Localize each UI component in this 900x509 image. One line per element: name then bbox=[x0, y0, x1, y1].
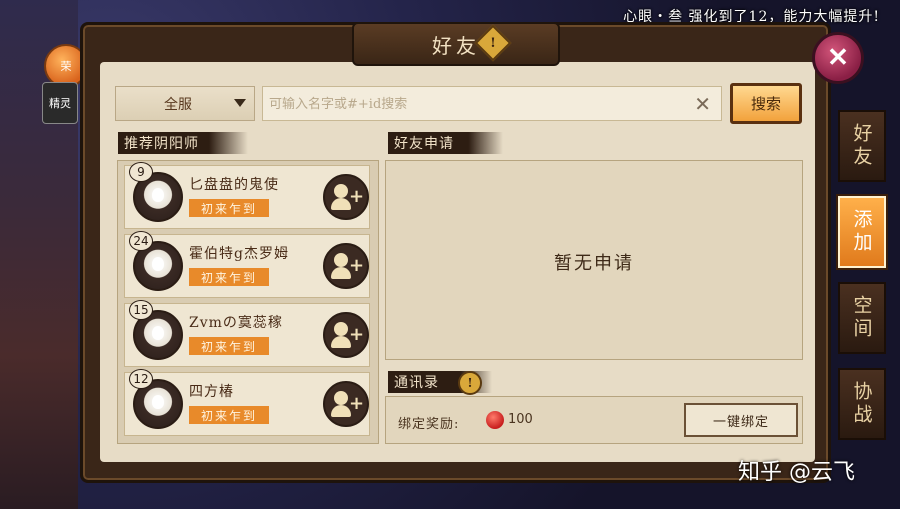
status-tag: 初来乍到 bbox=[189, 337, 269, 355]
level-badge: 24 bbox=[129, 231, 153, 251]
add-friend-button[interactable]: + bbox=[323, 243, 369, 289]
status-tag: 初来乍到 bbox=[189, 406, 269, 424]
addressbook-info-icon[interactable]: ! bbox=[458, 371, 482, 395]
recommend-section-title: 推荐阴阳师 bbox=[118, 132, 248, 154]
list-item: 12 四方椿 初来乍到 + bbox=[124, 369, 370, 436]
list-item: 15 Zvmの寞蕊稼 初来乍到 + bbox=[124, 300, 370, 367]
addressbook-panel: 绑定奖励: 100 一键绑定 bbox=[385, 396, 803, 444]
player-name: Zvmの寞蕊稼 bbox=[189, 315, 283, 331]
player-name: 霍伯特g杰罗姆 bbox=[189, 246, 289, 262]
list-item: 9 匕盘盘的鬼使 初来乍到 + bbox=[124, 162, 370, 229]
bind-reward-label: 绑定奖励: bbox=[398, 417, 460, 432]
clear-icon[interactable]: ✕ bbox=[694, 93, 711, 115]
player-name: 四方椿 bbox=[189, 384, 234, 400]
tab-friends[interactable]: 好友 bbox=[838, 110, 886, 182]
server-scope-select[interactable]: 全服 bbox=[115, 86, 255, 121]
magatama-icon bbox=[486, 411, 504, 429]
tab-cooperate[interactable]: 协战 bbox=[838, 368, 886, 440]
scope-value: 全服 bbox=[164, 96, 192, 113]
person-icon bbox=[334, 322, 348, 336]
status-tag: 初来乍到 bbox=[189, 199, 269, 217]
window-title-plate: 好友 bbox=[352, 22, 560, 66]
status-tag: 初来乍到 bbox=[189, 268, 269, 286]
plus-icon: + bbox=[349, 393, 365, 414]
bind-reward-value: 100 bbox=[508, 412, 533, 427]
add-friend-button[interactable]: + bbox=[323, 312, 369, 358]
plus-icon: + bbox=[349, 255, 365, 276]
window-title: 好友 bbox=[432, 33, 480, 58]
tab-space[interactable]: 空间 bbox=[838, 282, 886, 354]
close-button[interactable]: ✕ bbox=[812, 32, 864, 84]
search-field: ✕ bbox=[262, 86, 722, 121]
person-icon bbox=[334, 253, 348, 267]
add-friend-button[interactable]: + bbox=[323, 174, 369, 220]
watermark: 知乎 @云飞 bbox=[738, 460, 855, 485]
spirit-button[interactable]: 精灵 bbox=[42, 82, 78, 124]
empty-requests-text: 暂无申请 bbox=[554, 253, 634, 274]
recommend-list: 9 匕盘盘的鬼使 初来乍到 + 24 霍伯特g杰罗姆 初来乍到 + 15 Zvm… bbox=[117, 160, 379, 444]
plus-icon: + bbox=[349, 186, 365, 207]
person-icon bbox=[334, 184, 348, 198]
list-item: 24 霍伯特g杰罗姆 初来乍到 + bbox=[124, 231, 370, 298]
one-click-bind-button[interactable]: 一键绑定 bbox=[684, 403, 798, 437]
search-button[interactable]: 搜索 bbox=[730, 83, 802, 124]
player-name: 匕盘盘的鬼使 bbox=[189, 177, 279, 193]
person-icon bbox=[334, 391, 348, 405]
requests-panel: 暂无申请 bbox=[385, 160, 803, 360]
level-badge: 12 bbox=[129, 369, 153, 389]
tab-add[interactable]: 添加 bbox=[838, 196, 886, 268]
level-badge: 15 bbox=[129, 300, 153, 320]
requests-section-title: 好友申请 bbox=[388, 132, 503, 154]
plus-icon: + bbox=[349, 324, 365, 345]
dropdown-arrow-icon bbox=[234, 99, 246, 107]
search-input[interactable] bbox=[267, 91, 686, 118]
level-badge: 9 bbox=[129, 162, 153, 182]
add-friend-button[interactable]: + bbox=[323, 381, 369, 427]
